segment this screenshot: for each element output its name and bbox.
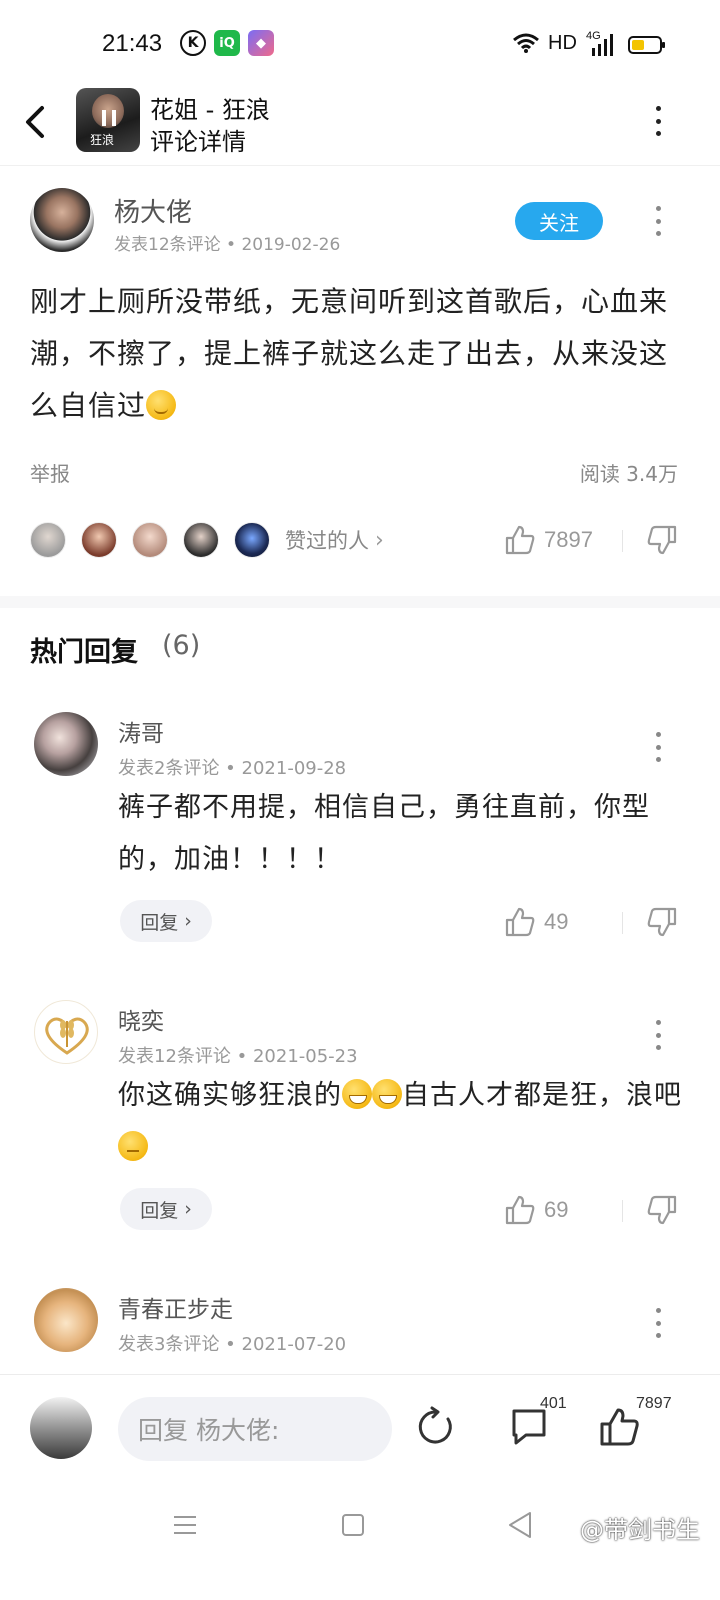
thumbs-up-icon bbox=[505, 525, 535, 555]
reply-text-part1: 你这确实够狂浪的 bbox=[118, 1080, 342, 1111]
song-cover[interactable]: 狂浪 bbox=[76, 88, 140, 152]
divider bbox=[622, 530, 623, 552]
reply-text: 你这确实够狂浪的 自古人才都是狂，浪吧 bbox=[118, 1070, 688, 1174]
chevron-right-icon: › bbox=[184, 1198, 192, 1220]
status-bar: 21:43 K iQ ◆ HD 4G bbox=[0, 0, 720, 88]
reply-more-icon[interactable] bbox=[655, 1308, 661, 1338]
like-count: 7897 bbox=[636, 1395, 672, 1412]
watermark: @带剑书生 bbox=[580, 1516, 700, 1544]
cover-text: 狂浪 bbox=[90, 133, 115, 147]
wifi-icon bbox=[513, 33, 539, 53]
reply-button[interactable]: 回复 › bbox=[120, 900, 212, 942]
wheat-heart-icon bbox=[45, 1017, 89, 1055]
reply-avatar[interactable] bbox=[34, 712, 98, 776]
liker-avatar bbox=[132, 522, 168, 558]
back-triangle-icon[interactable] bbox=[506, 1510, 534, 1540]
author-meta: 发表12条评论 • 2019-02-26 bbox=[114, 235, 341, 255]
pause-icon bbox=[102, 110, 116, 126]
hot-replies-count: (6) bbox=[162, 630, 201, 661]
divider bbox=[622, 912, 623, 934]
reply-more-icon[interactable] bbox=[655, 732, 661, 762]
thumbs-down-icon[interactable] bbox=[646, 1194, 678, 1226]
home-icon[interactable] bbox=[340, 1512, 366, 1538]
author-name[interactable]: 杨大佬 bbox=[114, 192, 192, 229]
grin-emoji-icon bbox=[372, 1079, 402, 1109]
reply-avatar[interactable] bbox=[34, 1288, 98, 1352]
reply-author[interactable]: 晓奕 bbox=[118, 1002, 164, 1036]
reply-text-part2: 自古人才都是狂，浪吧 bbox=[402, 1080, 682, 1111]
page-title: 评论详情 bbox=[150, 128, 246, 156]
thumbs-up-icon bbox=[505, 1195, 535, 1225]
more-menu-icon[interactable] bbox=[655, 106, 661, 136]
hot-replies-title: 热门回复 bbox=[30, 637, 138, 668]
report-link[interactable]: 举报 bbox=[30, 458, 70, 487]
page-header: 狂浪 花姐 - 狂浪 评论详情 bbox=[0, 88, 720, 166]
menu-icon[interactable] bbox=[172, 1512, 198, 1538]
reply-like-button[interactable]: 69 bbox=[504, 1194, 568, 1226]
follow-button[interactable]: 关注 bbox=[515, 202, 603, 240]
thinking-emoji-icon bbox=[118, 1131, 148, 1161]
thumbs-down-icon[interactable] bbox=[646, 524, 678, 556]
k-app-icon: K bbox=[180, 30, 206, 56]
thumbs-up-icon bbox=[505, 907, 535, 937]
chevron-right-icon: › bbox=[375, 527, 384, 553]
system-nav-bar: @带剑书生 bbox=[0, 1490, 720, 1600]
post-text: 刚才上厕所没带纸，无意间听到这首歌后，心血来潮，不擦了，提上裤子就这么走了出去，… bbox=[30, 285, 669, 422]
share-icon[interactable] bbox=[414, 1405, 458, 1449]
likers-label: 赞过的人 bbox=[285, 529, 369, 553]
reply-author[interactable]: 涛哥 bbox=[118, 714, 164, 748]
reply-button[interactable]: 回复 › bbox=[120, 1188, 212, 1230]
divider bbox=[622, 1200, 623, 1222]
my-avatar[interactable] bbox=[30, 1397, 92, 1459]
reply-like-count: 69 bbox=[544, 1197, 569, 1222]
app-icon: ◆ bbox=[248, 30, 274, 56]
post-more-icon[interactable] bbox=[655, 206, 661, 236]
grin-emoji-icon bbox=[342, 1079, 372, 1109]
liker-avatar bbox=[30, 522, 66, 558]
reply-input[interactable]: 回复 杨大佬: bbox=[118, 1397, 392, 1461]
reply-meta: 发表2条评论 • 2021-09-28 bbox=[118, 758, 347, 779]
post-like-button[interactable]: 7897 bbox=[504, 524, 593, 556]
reply-text: 裤子都不用提，相信自己，勇往直前，你型的，加油！！！！ bbox=[118, 792, 650, 875]
likers-row[interactable]: 赞过的人 › bbox=[30, 520, 384, 560]
reply-like-count: 49 bbox=[544, 909, 569, 934]
reply-more-icon[interactable] bbox=[655, 1020, 661, 1050]
liker-avatar bbox=[234, 522, 270, 558]
section-divider bbox=[0, 596, 720, 608]
battery-icon bbox=[628, 36, 665, 54]
iqiyi-icon: iQ bbox=[214, 30, 240, 56]
comment-count: 401 bbox=[540, 1395, 567, 1412]
reply-like-button[interactable]: 49 bbox=[504, 906, 568, 938]
signal-icon bbox=[592, 34, 613, 56]
chevron-right-icon: › bbox=[184, 910, 192, 932]
smirk-emoji-icon bbox=[146, 390, 177, 420]
hd-label: HD bbox=[548, 32, 577, 54]
reply-label: 回复 bbox=[140, 1199, 179, 1222]
reply-avatar[interactable] bbox=[34, 1000, 98, 1064]
reply-label: 回复 bbox=[140, 911, 179, 934]
thumbs-down-icon[interactable] bbox=[646, 906, 678, 938]
liker-avatar bbox=[81, 522, 117, 558]
status-time: 21:43 bbox=[102, 30, 163, 57]
reply-meta: 发表12条评论 • 2021-05-23 bbox=[118, 1046, 358, 1067]
liker-avatar bbox=[183, 522, 219, 558]
author-avatar[interactable] bbox=[30, 188, 94, 252]
read-count: 阅读 3.4万 bbox=[579, 462, 678, 486]
song-title: 花姐 - 狂浪 bbox=[150, 96, 270, 124]
bottom-action-bar: 回复 杨大佬: 401 7897 bbox=[0, 1374, 720, 1486]
reply-meta: 发表3条评论 • 2021-07-20 bbox=[118, 1334, 347, 1355]
post-body: 刚才上厕所没带纸，无意间听到这首歌后，心血来潮，不擦了，提上裤子就这么走了出去，… bbox=[30, 276, 690, 432]
back-arrow-icon[interactable] bbox=[22, 102, 52, 142]
reply-author[interactable]: 青春正步走 bbox=[118, 1290, 233, 1324]
post-like-count: 7897 bbox=[544, 527, 593, 552]
